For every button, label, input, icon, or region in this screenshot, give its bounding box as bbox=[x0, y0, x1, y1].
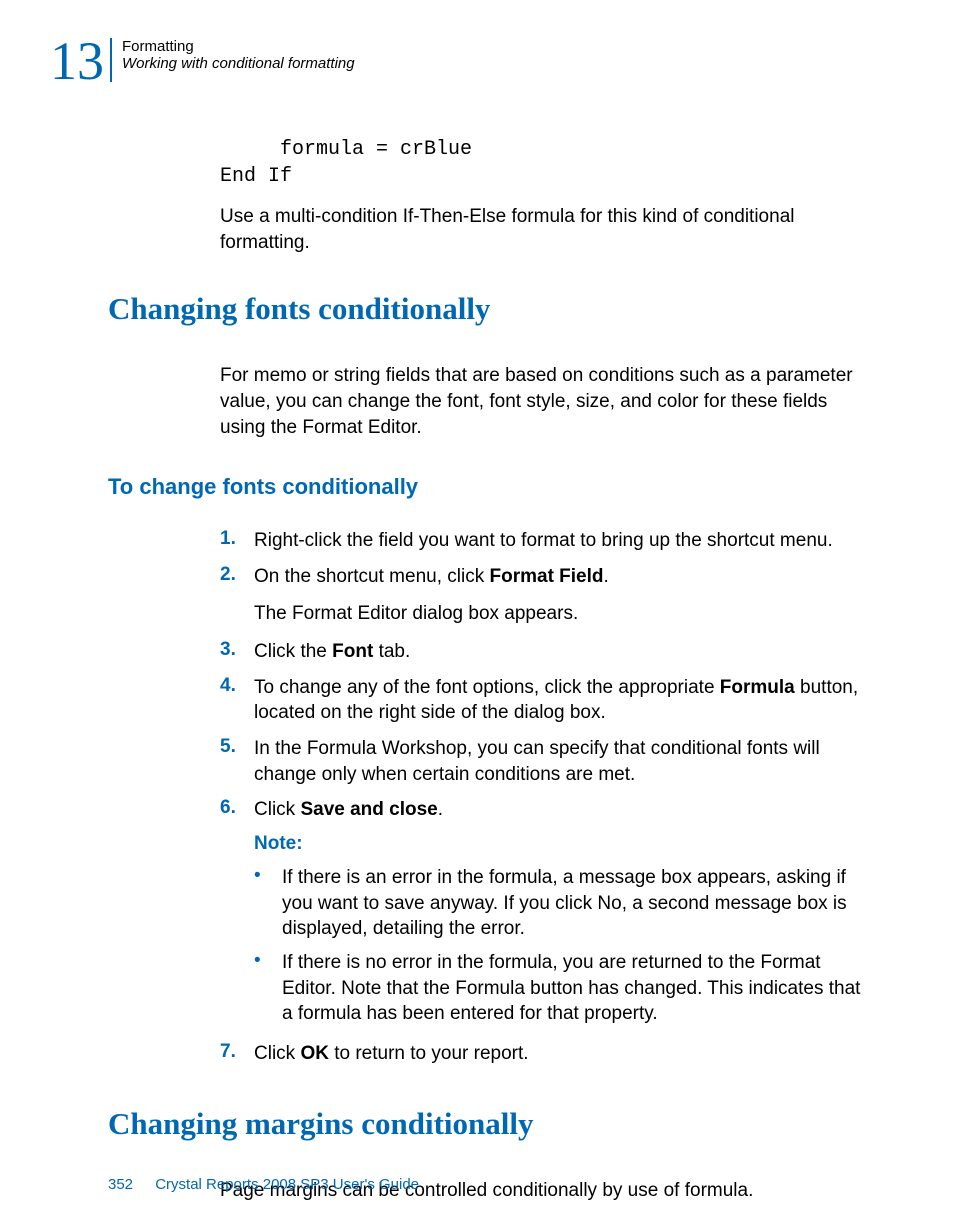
note-text: If there is an error in the formula, a m… bbox=[282, 865, 874, 942]
note-item-2: • If there is no error in the formula, y… bbox=[254, 950, 874, 1027]
step-list: 1. Right-click the field you want to for… bbox=[220, 528, 874, 1066]
step-text: On the shortcut menu, click Format Field… bbox=[254, 564, 609, 590]
step-text-post: . bbox=[604, 566, 609, 587]
step-number: 7. bbox=[220, 1041, 254, 1067]
step-5: 5. In the Formula Workshop, you can spec… bbox=[220, 736, 874, 787]
bullet-icon: • bbox=[254, 865, 282, 942]
step-text-pre: Click bbox=[254, 799, 300, 820]
bullet-icon: • bbox=[254, 950, 282, 1027]
header-section-title: Formatting bbox=[122, 38, 355, 55]
code-snippet: formula = crBlue End If bbox=[220, 136, 874, 190]
step-2-subtext: The Format Editor dialog box appears. bbox=[254, 601, 874, 627]
step-text: Click the Font tab. bbox=[254, 639, 410, 665]
step-text: Click Save and close. bbox=[254, 797, 443, 823]
step-text: Right-click the field you want to format… bbox=[254, 528, 833, 554]
code-and-para: formula = crBlue End If Use a multi-cond… bbox=[50, 136, 904, 255]
step-number: 4. bbox=[220, 675, 254, 726]
step-text-post: to return to your report. bbox=[329, 1043, 529, 1064]
step-number: 5. bbox=[220, 736, 254, 787]
section-heading-fonts: Changing fonts conditionally bbox=[108, 291, 904, 327]
note-list: • If there is an error in the formula, a… bbox=[254, 865, 874, 1027]
step-text-pre: To change any of the font options, click… bbox=[254, 677, 720, 698]
note-text: If there is no error in the formula, you… bbox=[282, 950, 874, 1027]
step-text-pre: On the shortcut menu, click bbox=[254, 566, 490, 587]
step-text-post: tab. bbox=[373, 641, 410, 662]
chapter-number: 13 bbox=[50, 34, 104, 88]
step-text-pre: Click bbox=[254, 1043, 300, 1064]
step-text-pre: Click the bbox=[254, 641, 332, 662]
step-4: 4. To change any of the font options, cl… bbox=[220, 675, 874, 726]
section-fonts-body: For memo or string fields that are based… bbox=[50, 363, 904, 440]
steps-container: 1. Right-click the field you want to for… bbox=[50, 528, 904, 1066]
page-header: 13 Formatting Working with conditional f… bbox=[50, 34, 904, 88]
step-text-bold: OK bbox=[300, 1043, 329, 1064]
step-text-bold: Save and close bbox=[300, 799, 437, 820]
step-number: 2. bbox=[220, 564, 254, 590]
header-subsection-title: Working with conditional formatting bbox=[122, 55, 355, 72]
step-text: In the Formula Workshop, you can specify… bbox=[254, 736, 874, 787]
paragraph-after-code: Use a multi-condition If-Then-Else formu… bbox=[220, 204, 874, 255]
subsection-heading-change-fonts: To change fonts conditionally bbox=[108, 474, 904, 500]
step-1: 1. Right-click the field you want to for… bbox=[220, 528, 874, 554]
note-label: Note: bbox=[254, 833, 874, 855]
step-6: 6. Click Save and close. bbox=[220, 797, 874, 823]
footer-doc-title: Crystal Reports 2008 SP3 User's Guide bbox=[155, 1176, 419, 1193]
step-text: Click OK to return to your report. bbox=[254, 1041, 529, 1067]
note-item-1: • If there is an error in the formula, a… bbox=[254, 865, 874, 942]
step-text-post: . bbox=[438, 799, 443, 820]
step-number: 3. bbox=[220, 639, 254, 665]
step-3: 3. Click the Font tab. bbox=[220, 639, 874, 665]
header-text-block: Formatting Working with conditional form… bbox=[122, 34, 355, 72]
step-text: To change any of the font options, click… bbox=[254, 675, 874, 726]
page-footer: 352 Crystal Reports 2008 SP3 User's Guid… bbox=[108, 1176, 419, 1193]
step-number: 6. bbox=[220, 797, 254, 823]
step-text-bold: Formula bbox=[720, 677, 795, 698]
step-text-bold: Font bbox=[332, 641, 373, 662]
step-number: 1. bbox=[220, 528, 254, 554]
step-text-bold: Format Field bbox=[490, 566, 604, 587]
step-7: 7. Click OK to return to your report. bbox=[220, 1041, 874, 1067]
section-heading-margins: Changing margins conditionally bbox=[108, 1106, 904, 1142]
header-divider bbox=[110, 38, 112, 82]
page-number: 352 bbox=[108, 1176, 133, 1193]
section-fonts-intro: For memo or string fields that are based… bbox=[220, 363, 874, 440]
step-2: 2. On the shortcut menu, click Format Fi… bbox=[220, 564, 874, 590]
